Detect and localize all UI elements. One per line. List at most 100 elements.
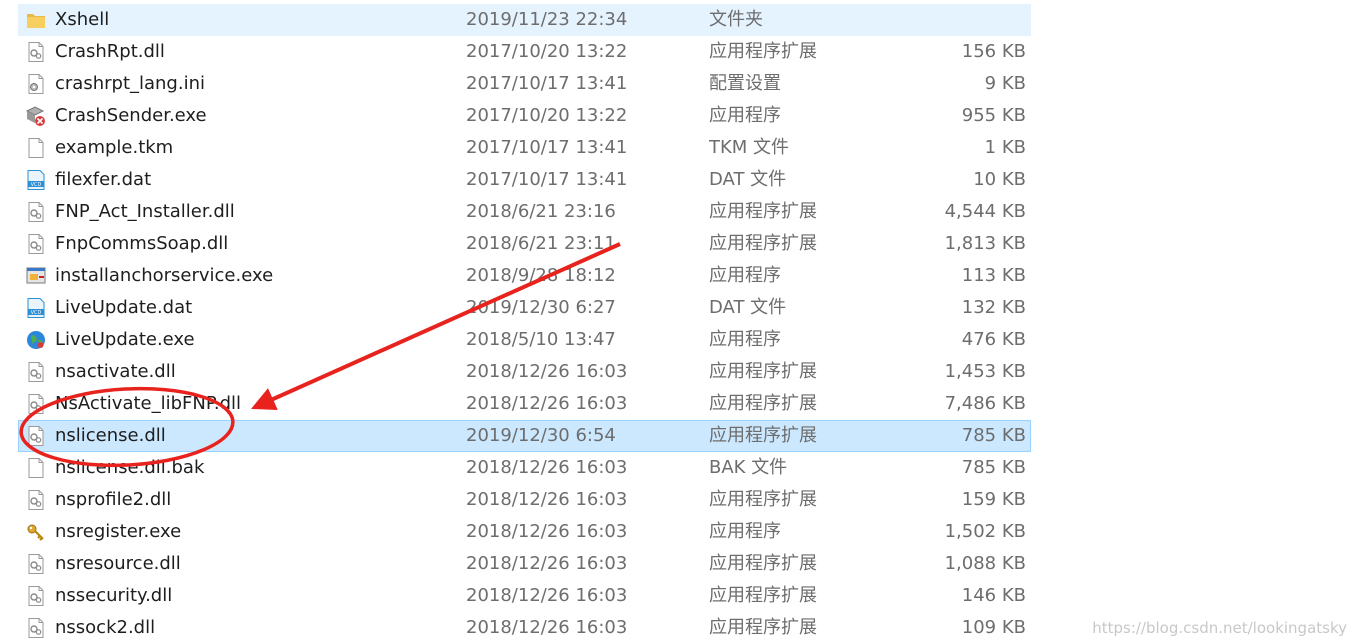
file-modified-date: 2018/12/26 16:03	[466, 585, 628, 606]
dll-icon	[25, 233, 47, 255]
file-modified-date: 2018/12/26 16:03	[466, 521, 628, 542]
file-modified-date: 2018/12/26 16:03	[466, 553, 628, 574]
file-name: NsActivate_libFNP.dll	[55, 393, 242, 414]
file-size: 9 KB	[984, 73, 1026, 94]
file-size: 10 KB	[973, 169, 1026, 190]
file-size: 1,502 KB	[944, 521, 1026, 542]
file-row[interactable]: nssock2.dll 2018/12/26 16:03 应用程序扩展 109 KB	[18, 612, 1031, 643]
file-name: nsprofile2.dll	[55, 489, 172, 510]
blank-file-icon	[25, 457, 47, 479]
file-modified-date: 2018/9/28 18:12	[466, 265, 616, 286]
dll-icon	[25, 553, 47, 575]
file-modified-date: 2018/12/26 16:03	[466, 457, 628, 478]
file-size: 159 KB	[961, 489, 1026, 510]
file-row[interactable]: VCD filexfer.dat 2017/10/17 13:41 DAT 文件 10 …	[18, 164, 1031, 196]
file-size: 1 KB	[984, 137, 1026, 158]
file-size: 132 KB	[961, 297, 1026, 318]
file-size: 113 KB	[961, 265, 1026, 286]
dll-icon	[25, 393, 47, 415]
file-size: 785 KB	[961, 425, 1026, 446]
file-type: 文件夹	[709, 9, 763, 30]
file-modified-date: 2019/12/30 6:27	[466, 297, 616, 318]
file-modified-date: 2018/12/26 16:03	[466, 617, 628, 638]
file-row[interactable]: FnpCommsSoap.dll 2018/6/21 23:11 应用程序扩展 1,8…	[18, 228, 1031, 260]
file-type: 应用程序扩展	[709, 425, 817, 446]
file-size: 785 KB	[961, 457, 1026, 478]
file-modified-date: 2017/10/17 13:41	[466, 73, 628, 94]
file-name: LiveUpdate.exe	[55, 329, 195, 350]
file-row[interactable]: nsprofile2.dll 2018/12/26 16:03 应用程序扩展 159 …	[18, 484, 1031, 516]
vcd-file-icon: VCD	[25, 297, 47, 319]
file-name: crashrpt_lang.ini	[55, 73, 205, 94]
file-name: LiveUpdate.dat	[55, 297, 193, 318]
file-type: BAK 文件	[709, 457, 788, 478]
file-name: CrashSender.exe	[55, 105, 207, 126]
file-size: 109 KB	[961, 617, 1026, 638]
file-type: 应用程序	[709, 105, 781, 126]
installer-exe-icon	[25, 265, 47, 287]
file-row[interactable]: CrashRpt.dll 2017/10/20 13:22 应用程序扩展 156 KB	[18, 36, 1031, 68]
file-row[interactable]: example.tkm 2017/10/17 13:41 TKM 文件 1 KB	[18, 132, 1031, 164]
file-type: 应用程序	[709, 521, 781, 542]
file-row[interactable]: installanchorservice.exe 2018/9/28 18:12 应…	[18, 260, 1031, 292]
file-name: FNP_Act_Installer.dll	[55, 201, 235, 222]
file-name: nslicense.dll.bak	[55, 457, 205, 478]
file-name: nsresource.dll	[55, 553, 181, 574]
file-type: DAT 文件	[709, 169, 787, 190]
file-name: nslicense.dll	[55, 425, 166, 446]
file-size: 1,453 KB	[944, 361, 1026, 382]
globe-exe-icon	[25, 329, 47, 351]
dll-icon	[25, 201, 47, 223]
file-type: 应用程序扩展	[709, 41, 817, 62]
ini-icon	[25, 73, 47, 95]
file-type: 应用程序扩展	[709, 393, 817, 414]
file-size: 4,544 KB	[944, 201, 1026, 222]
file-row[interactable]: nslicense.dll.bak 2018/12/26 16:03 BAK 文件 7…	[18, 452, 1031, 484]
file-name: filexfer.dat	[55, 169, 152, 190]
file-modified-date: 2018/5/10 13:47	[466, 329, 616, 350]
file-type: 应用程序扩展	[709, 489, 817, 510]
file-name: nssecurity.dll	[55, 585, 173, 606]
file-size: 1,813 KB	[944, 233, 1026, 254]
file-modified-date: 2018/12/26 16:03	[466, 361, 628, 382]
file-name: Xshell	[55, 9, 110, 30]
file-row[interactable]: nslicense.dll 2019/12/30 6:54 应用程序扩展 785 KB	[18, 420, 1031, 452]
file-type: 应用程序	[709, 329, 781, 350]
file-row[interactable]: Xshell 2019/11/23 22:34 文件夹	[18, 4, 1031, 36]
blank-file-icon	[25, 137, 47, 159]
file-name: example.tkm	[55, 137, 174, 158]
file-modified-date: 2018/6/21 23:16	[466, 201, 616, 222]
dll-icon	[25, 361, 47, 383]
file-type: DAT 文件	[709, 297, 787, 318]
crash-sender-icon	[25, 105, 47, 127]
file-type: 应用程序扩展	[709, 553, 817, 574]
file-list: Xshell 2019/11/23 22:34 文件夹 CrashRpt.dll 201…	[18, 4, 1031, 643]
file-row[interactable]: VCD LiveUpdate.dat 2019/12/30 6:27 DAT 文件 13…	[18, 292, 1031, 324]
file-row[interactable]: CrashSender.exe 2017/10/20 13:22 应用程序 955 K…	[18, 100, 1031, 132]
file-modified-date: 2018/12/26 16:03	[466, 393, 628, 414]
dll-icon	[25, 425, 47, 447]
file-type: 配置设置	[709, 73, 781, 94]
file-type: 应用程序	[709, 265, 781, 286]
file-row[interactable]: crashrpt_lang.ini 2017/10/17 13:41 配置设置 9 K…	[18, 68, 1031, 100]
file-row[interactable]: NsActivate_libFNP.dll 2018/12/26 16:03 应用程…	[18, 388, 1031, 420]
file-row[interactable]: nsresource.dll 2018/12/26 16:03 应用程序扩展 1,08…	[18, 548, 1031, 580]
file-row[interactable]: FNP_Act_Installer.dll 2018/6/21 23:16 应用程序…	[18, 196, 1031, 228]
file-type: 应用程序扩展	[709, 617, 817, 638]
key-exe-icon	[25, 521, 47, 543]
file-modified-date: 2019/11/23 22:34	[466, 9, 628, 30]
file-name: nsregister.exe	[55, 521, 182, 542]
svg-text:VCD: VCD	[31, 182, 42, 188]
file-name: FnpCommsSoap.dll	[55, 233, 229, 254]
dll-icon	[25, 41, 47, 63]
vcd-file-icon: VCD	[25, 169, 47, 191]
file-size: 1,088 KB	[944, 553, 1026, 574]
file-size: 955 KB	[961, 105, 1026, 126]
file-size	[899, 5, 1026, 35]
file-row[interactable]: nsactivate.dll 2018/12/26 16:03 应用程序扩展 1,45…	[18, 356, 1031, 388]
file-name: nssock2.dll	[55, 617, 156, 638]
file-row[interactable]: nsregister.exe 2018/12/26 16:03 应用程序 1,502 …	[18, 516, 1031, 548]
file-row[interactable]: nssecurity.dll 2018/12/26 16:03 应用程序扩展 146 …	[18, 580, 1031, 612]
file-row[interactable]: LiveUpdate.exe 2018/5/10 13:47 应用程序 476 KB	[18, 324, 1031, 356]
file-modified-date: 2017/10/17 13:41	[466, 137, 628, 158]
